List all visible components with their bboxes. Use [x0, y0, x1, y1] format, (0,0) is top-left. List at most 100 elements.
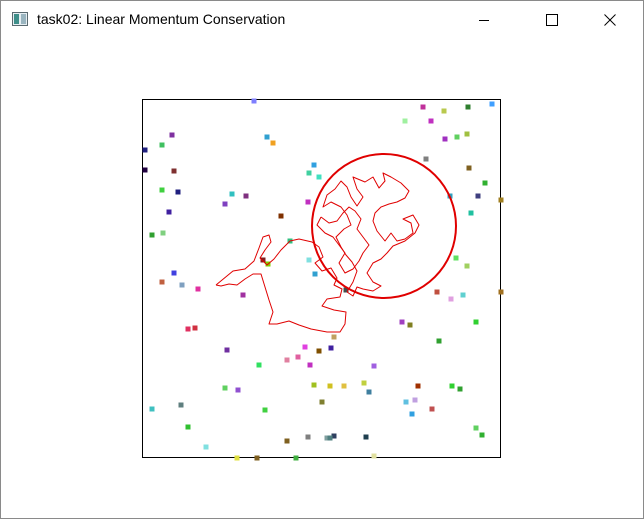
particle: [341, 383, 347, 389]
close-icon: [604, 14, 616, 26]
particle: [316, 348, 322, 354]
particle: [251, 98, 257, 104]
particle: [175, 189, 181, 195]
particle: [166, 209, 172, 215]
particle: [498, 197, 504, 203]
ball-trajectory: [316, 206, 370, 274]
particle: [436, 338, 442, 344]
particle: [409, 411, 415, 417]
particle: [457, 386, 463, 392]
particle: [412, 397, 418, 403]
particle: [159, 142, 165, 148]
particle: [256, 362, 262, 368]
particle: [312, 271, 318, 277]
particle: [305, 199, 311, 205]
particle: [319, 399, 325, 405]
window-title: task02: Linear Momentum Conservation: [37, 11, 286, 27]
particle: [159, 279, 165, 285]
particle: [448, 296, 454, 302]
particle: [327, 435, 333, 441]
particle: [192, 325, 198, 331]
particle: [402, 118, 408, 124]
particle: [222, 201, 228, 207]
particle: [142, 147, 148, 153]
particle: [171, 270, 177, 276]
particle: [270, 140, 276, 146]
particle: [149, 406, 155, 412]
particle: [229, 191, 235, 197]
particle: [466, 165, 472, 171]
particle: [159, 187, 165, 193]
particle: [160, 230, 166, 236]
particle: [442, 136, 448, 142]
close-button[interactable]: [587, 1, 633, 39]
particle: [293, 455, 299, 461]
particle: [498, 289, 504, 295]
particle: [453, 255, 459, 261]
particle: [371, 363, 377, 369]
particle: [185, 424, 191, 430]
particle: [489, 101, 495, 107]
particle: [331, 334, 337, 340]
particle: [464, 263, 470, 269]
particle: [142, 167, 148, 173]
particle: [235, 387, 241, 393]
particle: [465, 104, 471, 110]
app-window: task02: Linear Momentum Conservation: [0, 0, 644, 519]
particle: [479, 432, 485, 438]
title-bar[interactable]: task02: Linear Momentum Conservation: [1, 1, 643, 39]
particle: [264, 134, 270, 140]
particle: [482, 180, 488, 186]
ball-trajectory: [322, 172, 420, 297]
particle: [468, 210, 474, 216]
particle: [254, 455, 260, 461]
particle: [284, 438, 290, 444]
particle: [169, 132, 175, 138]
particle: [366, 389, 372, 395]
particle: [407, 322, 413, 328]
particle: [464, 131, 470, 137]
particle: [423, 156, 429, 162]
particle: [454, 134, 460, 140]
particle: [328, 345, 334, 351]
particle: [327, 383, 333, 389]
minimize-icon: [479, 20, 489, 21]
minimize-button[interactable]: [461, 1, 507, 39]
particle: [278, 213, 284, 219]
app-icon: [12, 12, 28, 26]
particle: [415, 383, 421, 389]
particle: [243, 193, 249, 199]
particle: [178, 402, 184, 408]
particle: [428, 118, 434, 124]
particle: [260, 257, 266, 263]
particle: [262, 407, 268, 413]
particle: [429, 406, 435, 412]
particle: [371, 453, 377, 459]
particle: [234, 455, 240, 461]
particle: [295, 354, 301, 360]
particle: [203, 444, 209, 450]
particle: [224, 347, 230, 353]
particle: [307, 362, 313, 368]
particle: [305, 434, 311, 440]
particle: [473, 319, 479, 325]
particle: [403, 399, 409, 405]
particle: [149, 232, 155, 238]
particle: [460, 292, 466, 298]
particle: [434, 289, 440, 295]
client-area: [1, 39, 643, 518]
particle: [363, 434, 369, 440]
particle: [311, 162, 317, 168]
particle: [302, 344, 308, 350]
particle: [284, 357, 290, 363]
particle: [441, 108, 447, 114]
particle: [185, 326, 191, 332]
ball-trajectory: [215, 234, 347, 333]
particle: [420, 104, 426, 110]
maximize-icon: [546, 14, 558, 26]
particle: [171, 168, 177, 174]
particle: [473, 425, 479, 431]
maximize-button[interactable]: [529, 1, 575, 39]
particle: [311, 382, 317, 388]
particle: [195, 286, 201, 292]
